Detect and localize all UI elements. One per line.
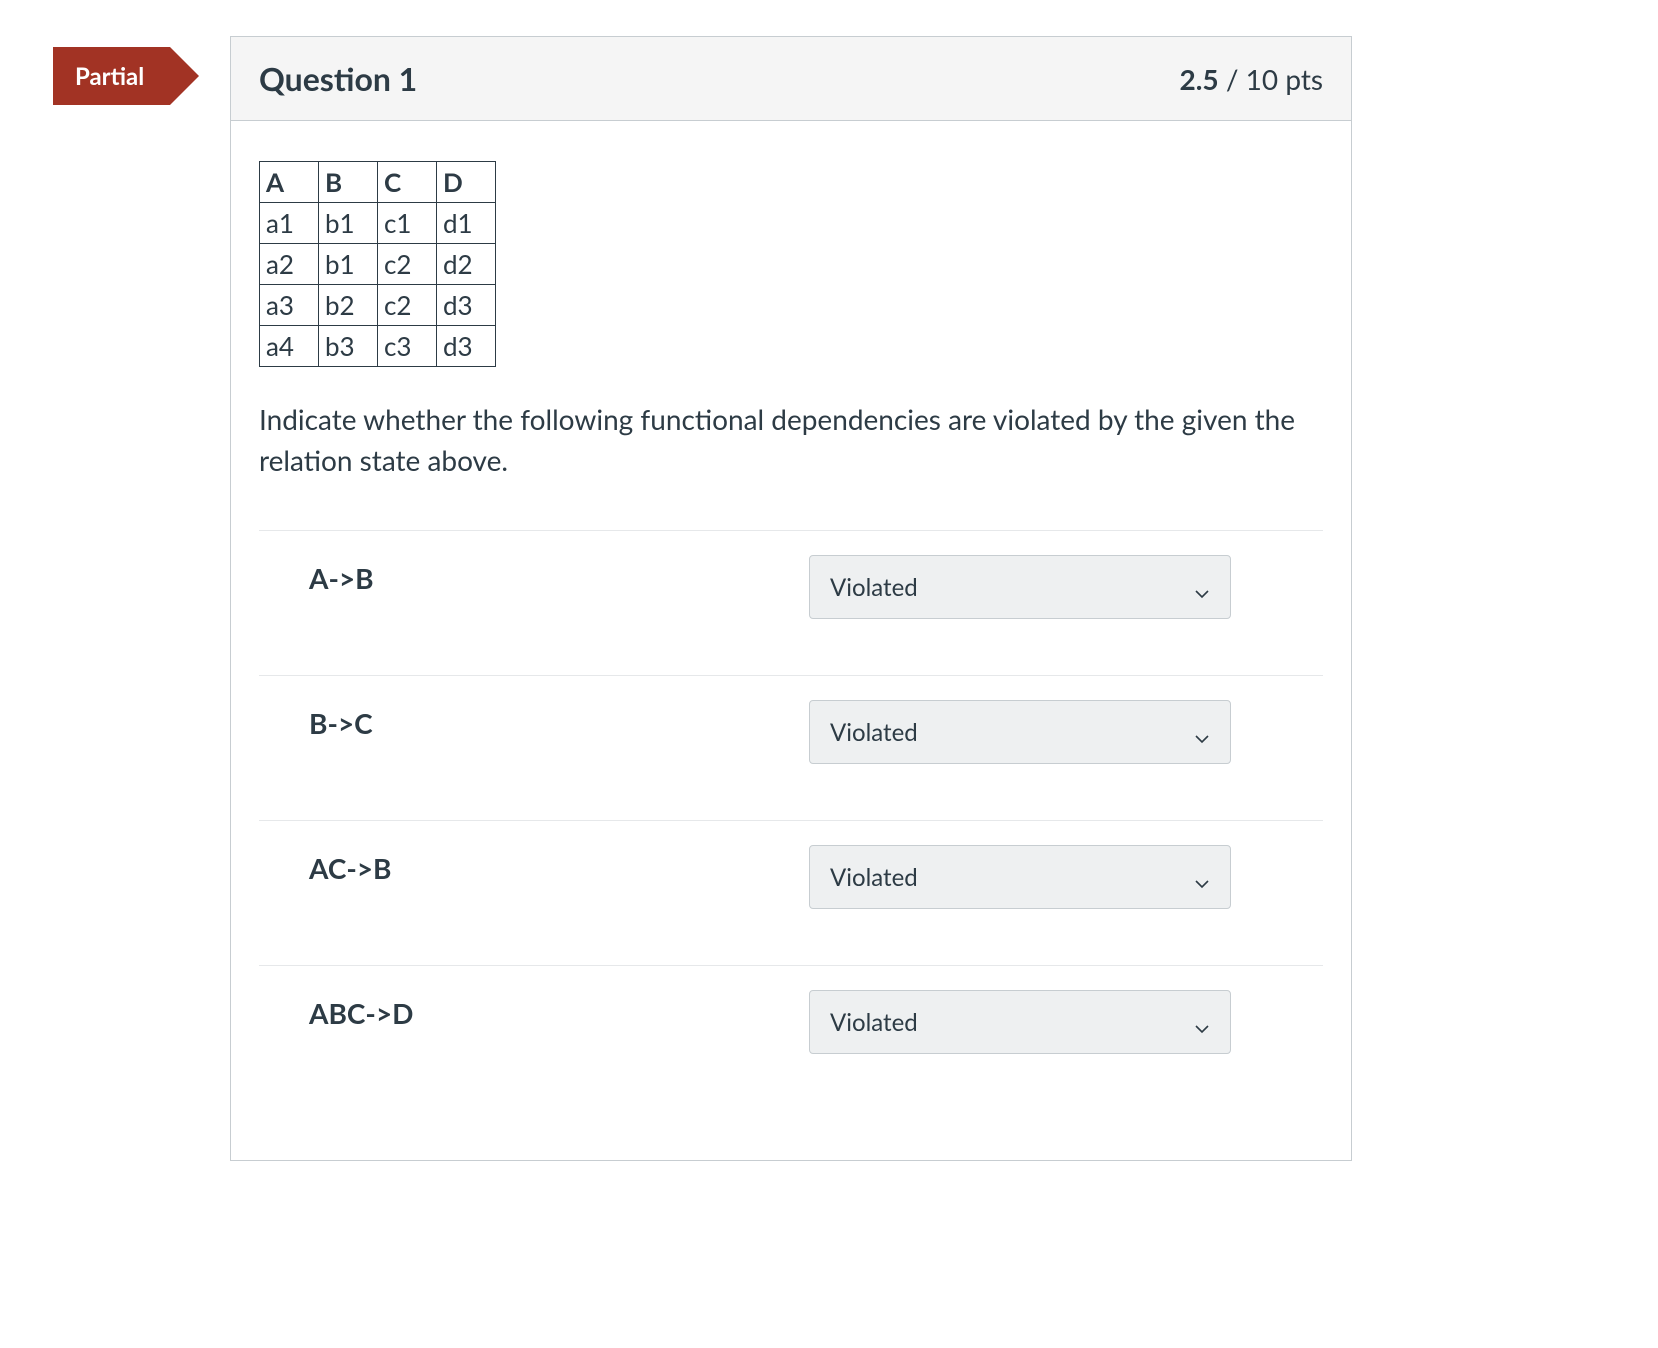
- table-row: a3 b2 c2 d3: [260, 285, 496, 326]
- fd-row: AC->B Violated: [259, 820, 1323, 965]
- fd-select[interactable]: Violated: [809, 845, 1231, 909]
- points-total: 10 pts: [1246, 62, 1323, 96]
- question-header: Question 1 2.5 / 10 pts: [231, 37, 1351, 121]
- table-cell: c1: [378, 203, 437, 244]
- fd-row: ABC->D Violated: [259, 965, 1323, 1110]
- status-badge-text: Partial: [75, 62, 144, 91]
- chevron-down-icon: [1194, 869, 1210, 885]
- col-header: B: [319, 162, 378, 203]
- fd-row: B->C Violated: [259, 675, 1323, 820]
- col-header: C: [378, 162, 437, 203]
- chevron-down-icon: [1194, 1014, 1210, 1030]
- table-cell: a2: [260, 244, 319, 285]
- chevron-down-icon: [1194, 579, 1210, 595]
- table-cell: b3: [319, 326, 378, 367]
- table-cell: d3: [437, 285, 496, 326]
- chevron-down-icon: [1194, 724, 1210, 740]
- col-header: D: [437, 162, 496, 203]
- fd-select-value: Violated: [830, 863, 918, 892]
- relation-table: A B C D a1 b1 c1 d1 a2 b1 c2 d2: [259, 161, 496, 367]
- question-points: 2.5 / 10 pts: [1180, 62, 1323, 96]
- fd-select-value: Violated: [830, 1008, 918, 1037]
- table-cell: a3: [260, 285, 319, 326]
- fd-select[interactable]: Violated: [809, 990, 1231, 1054]
- table-cell: a4: [260, 326, 319, 367]
- fd-select-value: Violated: [830, 718, 918, 747]
- table-cell: c2: [378, 285, 437, 326]
- question-body: A B C D a1 b1 c1 d1 a2 b1 c2 d2: [231, 121, 1351, 1160]
- table-header-row: A B C D: [260, 162, 496, 203]
- table-cell: c3: [378, 326, 437, 367]
- question-card: Partial Question 1 2.5 / 10 pts A B C D …: [230, 36, 1352, 1161]
- table-cell: b2: [319, 285, 378, 326]
- question-title: Question 1: [259, 59, 417, 98]
- table-cell: d2: [437, 244, 496, 285]
- fd-label: B->C: [259, 700, 809, 740]
- fd-row: A->B Violated: [259, 530, 1323, 675]
- fd-label: ABC->D: [259, 990, 809, 1030]
- fd-select[interactable]: Violated: [809, 555, 1231, 619]
- table-cell: c2: [378, 244, 437, 285]
- table-cell: d1: [437, 203, 496, 244]
- table-row: a1 b1 c1 d1: [260, 203, 496, 244]
- fd-label: AC->B: [259, 845, 809, 885]
- table-row: a4 b3 c3 d3: [260, 326, 496, 367]
- points-earned: 2.5: [1180, 62, 1219, 96]
- points-sep: /: [1219, 62, 1246, 96]
- fd-label: A->B: [259, 555, 809, 595]
- table-cell: d3: [437, 326, 496, 367]
- table-cell: b1: [319, 203, 378, 244]
- question-prompt: Indicate whether the following functiona…: [259, 399, 1323, 480]
- table-row: a2 b1 c2 d2: [260, 244, 496, 285]
- fd-select-value: Violated: [830, 573, 918, 602]
- table-cell: b1: [319, 244, 378, 285]
- table-cell: a1: [260, 203, 319, 244]
- status-badge: Partial: [53, 47, 170, 105]
- fd-select[interactable]: Violated: [809, 700, 1231, 764]
- col-header: A: [260, 162, 319, 203]
